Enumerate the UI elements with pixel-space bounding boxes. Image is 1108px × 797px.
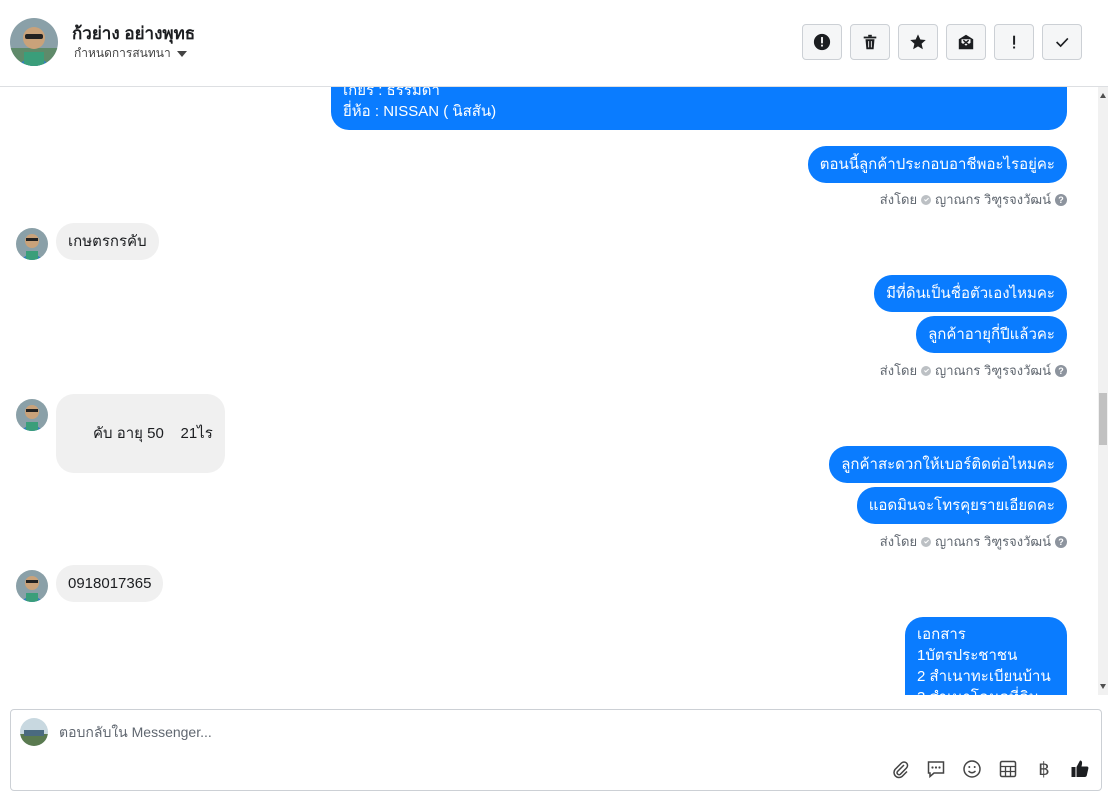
- scroll-up-arrow-icon[interactable]: [1100, 93, 1106, 98]
- assign-label: กำหนดการสนทนา: [74, 46, 171, 60]
- outgoing-message: ลูกค้าสะดวกให้เบอร์ติดต่อไหมคะ: [829, 446, 1067, 483]
- assign-conversation-dropdown[interactable]: กำหนดการสนทนา: [74, 44, 187, 63]
- reply-composer: ฿: [10, 709, 1102, 791]
- saved-reply-icon[interactable]: [925, 758, 947, 780]
- baht-icon[interactable]: ฿: [1033, 758, 1055, 780]
- scrollbar-thumb[interactable]: [1099, 393, 1107, 445]
- reply-input[interactable]: [59, 722, 859, 742]
- outgoing-message: เอกสาร 1บัตรประชาชน 2 สำเนาทะเบียนบ้าน 3…: [905, 617, 1067, 695]
- message-thread[interactable]: เกียร์ : ธรรมดา ยี่ห้อ : NISSAN ( นิสสัน…: [0, 87, 1098, 695]
- star-icon: [910, 34, 926, 50]
- outgoing-message: มีที่ดินเป็นชื่อตัวเองไหมคะ: [874, 275, 1067, 312]
- mark-important-button[interactable]: [994, 24, 1034, 60]
- table-icon[interactable]: [997, 758, 1019, 780]
- incoming-message: 0918017365: [56, 565, 164, 602]
- sent-by-agent[interactable]: ญาณกร วิฑูรจงวัฒน์: [935, 531, 1051, 552]
- verified-icon: [921, 536, 932, 547]
- sent-by-prefix: ส่งโดย: [879, 363, 918, 378]
- delete-button[interactable]: [850, 24, 890, 60]
- mark-unread-button[interactable]: [946, 24, 986, 60]
- sent-by-prefix: ส่งโดย: [879, 534, 918, 549]
- outgoing-message: ตอนนี้ลูกค้าประกอบอาชีพอะไรอยู่คะ: [807, 146, 1067, 183]
- message-line: ยี่ห้อ : NISSAN ( นิสสัน): [343, 103, 497, 120]
- attachment-icon[interactable]: [889, 758, 911, 780]
- contact-avatar-small: [16, 399, 48, 431]
- contact-name: ก้วย่าง อย่างพุทธ: [72, 24, 196, 43]
- envelope-x-icon: [958, 34, 974, 50]
- message-text: ตอนนี้ลูกค้าประกอบอาชีพอะไรอยู่คะ: [819, 156, 1055, 173]
- baht-symbol: ฿: [1038, 758, 1050, 779]
- scroll-down-arrow-icon[interactable]: [1100, 684, 1106, 689]
- sent-by-label: ส่งโดย ญาณกร วิฑูรจงวัฒน์ ?: [880, 360, 1067, 381]
- page-avatar: [20, 718, 48, 746]
- sent-by-label: ส่งโดย ญาณกร วิฑูรจงวัฒน์ ?: [880, 189, 1067, 210]
- outgoing-message: เกียร์ : ธรรมดา ยี่ห้อ : NISSAN ( นิสสัน…: [331, 87, 1067, 130]
- contact-avatar[interactable]: [10, 18, 58, 66]
- sent-by-label: ส่งโดย ญาณกร วิฑูรจงวัฒน์ ?: [880, 531, 1067, 552]
- outgoing-message: แอดมินจะโทรคุยรายเอียดคะ: [856, 487, 1067, 524]
- emoji-icon[interactable]: [961, 758, 983, 780]
- star-button[interactable]: [898, 24, 938, 60]
- trash-icon: [863, 34, 877, 50]
- conversation-header: ก้วย่าง อย่างพุทธ กำหนดการสนทนา: [0, 0, 1108, 87]
- contact-avatar-small: [16, 228, 48, 260]
- outgoing-message: ลูกค้าอายุกี่ปีแล้วคะ: [916, 316, 1067, 353]
- alert-circle-icon: [813, 33, 831, 51]
- message-line: 2 สำเนาทะเบียนบ้าน: [917, 668, 1051, 685]
- check-icon: [1056, 37, 1069, 48]
- verified-icon: [921, 194, 932, 205]
- thumbs-up-icon[interactable]: [1069, 758, 1091, 780]
- message-text: เกษตรกรคับ: [68, 233, 147, 250]
- message-text: 0918017365: [68, 575, 152, 592]
- composer-tools: ฿: [889, 758, 1091, 780]
- messenger-inbox-app: ก้วย่าง อย่างพุทธ กำหนดการสนทนา เกียร์:…: [0, 0, 1108, 797]
- message-line: เกียร์ : ธรรมดา: [343, 87, 440, 99]
- message-text: ลูกค้าสะดวกให้เบอร์ติดต่อไหมคะ: [841, 456, 1055, 473]
- message-line: เอกสาร: [917, 626, 966, 643]
- message-line: 3 สำเนาโฉนดที่ดิน: [917, 687, 1055, 695]
- message-text: แอดมินจะโทรคุยรายเอียดคะ: [868, 497, 1055, 514]
- help-icon[interactable]: ?: [1055, 364, 1067, 377]
- help-icon[interactable]: ?: [1055, 535, 1067, 548]
- sent-by-agent[interactable]: ญาณกร วิฑูรจงวัฒน์: [935, 189, 1051, 210]
- message-text: คับ อายุ 50 21ไร: [93, 425, 213, 442]
- message-line: 1บัตรประชาชน: [917, 647, 1018, 664]
- sent-by-prefix: ส่งโดย: [879, 192, 918, 207]
- caret-down-icon: [176, 50, 187, 57]
- mark-done-button[interactable]: [1042, 24, 1082, 60]
- sent-by-agent[interactable]: ญาณกร วิฑูรจงวัฒน์: [935, 360, 1051, 381]
- report-spam-button[interactable]: [802, 24, 842, 60]
- thread-scrollbar[interactable]: [1098, 87, 1108, 695]
- incoming-message: คับ อายุ 50 21ไร: [56, 394, 225, 473]
- exclamation-icon: [1013, 35, 1016, 49]
- incoming-message: เกษตรกรคับ: [56, 223, 159, 260]
- verified-icon: [921, 365, 932, 376]
- header-actions: [802, 24, 1082, 60]
- help-icon[interactable]: ?: [1055, 193, 1067, 206]
- contact-avatar-small: [16, 570, 48, 602]
- message-text: ลูกค้าอายุกี่ปีแล้วคะ: [928, 326, 1055, 343]
- message-text: มีที่ดินเป็นชื่อตัวเองไหมคะ: [886, 285, 1055, 302]
